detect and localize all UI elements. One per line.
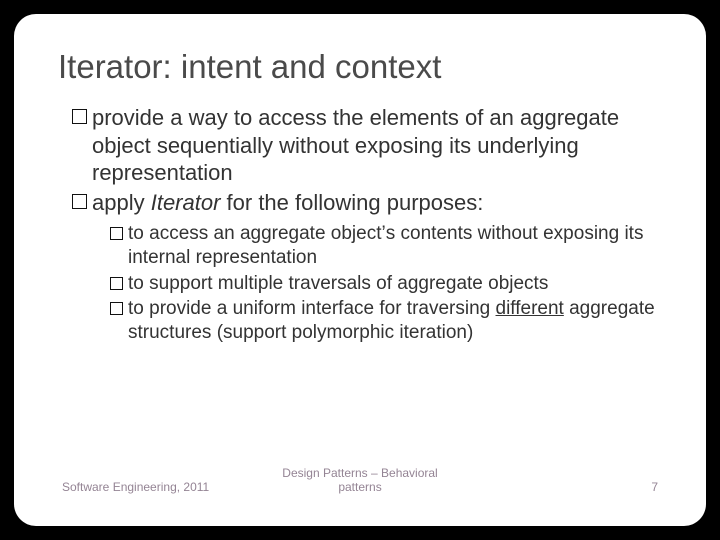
bullet-text: to support multiple traversals of aggreg… [128, 273, 548, 294]
slide-footer: Software Engineering, 2011 Design Patter… [58, 466, 662, 496]
footer-left: Software Engineering, 2011 [62, 480, 261, 494]
footer-page-number: 7 [459, 480, 658, 494]
footer-center: Design Patterns – Behavioral patterns [261, 466, 460, 494]
bullet-text-pre: to provide a uniform interface for trave… [128, 298, 496, 319]
bullet-list-level-1: provide a way to access the elements of … [58, 104, 662, 345]
list-item: to access an aggregate object’s contents… [110, 222, 662, 270]
slide: Iterator: intent and context provide a w… [14, 14, 706, 526]
slide-body: provide a way to access the elements of … [58, 104, 662, 466]
bullet-list-level-2: to access an aggregate object’s contents… [92, 222, 662, 345]
bullet-text: provide a way to access the elements of … [92, 105, 619, 185]
list-item: to support multiple traversals of aggreg… [110, 272, 662, 296]
bullet-text-pre: apply [92, 190, 151, 215]
slide-title: Iterator: intent and context [58, 48, 662, 86]
bullet-text-post: for the following purposes: [220, 190, 483, 215]
bullet-text-pre: to access an aggregate object [128, 223, 382, 244]
list-item: provide a way to access the elements of … [72, 104, 662, 187]
bullet-text-underline: different [496, 298, 564, 319]
list-item: to provide a uniform interface for trave… [110, 297, 662, 345]
list-item: apply Iterator for the following purpose… [72, 189, 662, 345]
bullet-text-italic: Iterator [151, 190, 221, 215]
